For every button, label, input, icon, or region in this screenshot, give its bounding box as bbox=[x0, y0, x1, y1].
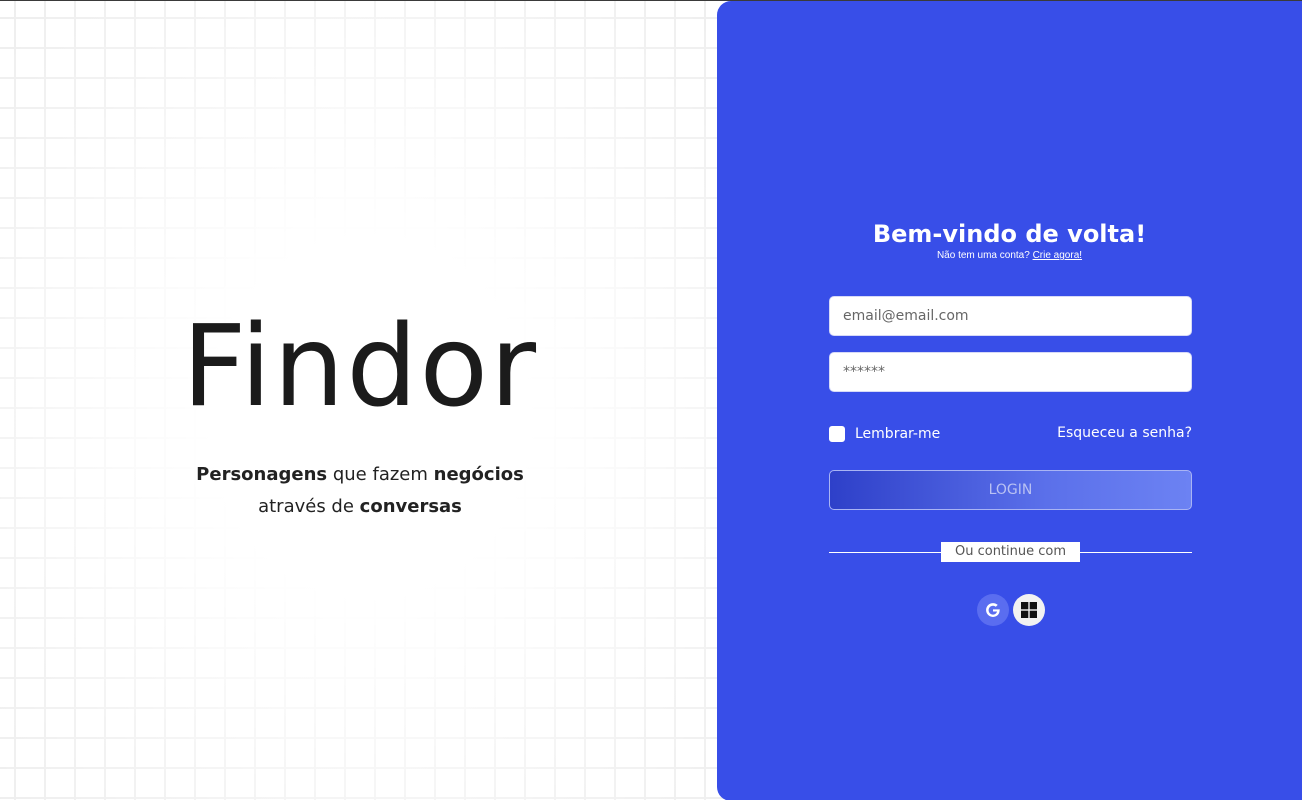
brand-panel: Findor Personagens que fazem negócios at… bbox=[0, 1, 740, 800]
signup-prompt: Não tem uma conta? Crie agora! bbox=[717, 250, 1302, 262]
tagline-atraves-de: através de bbox=[258, 496, 360, 517]
login-panel: Bem-vindo de volta! Não tem uma conta? C… bbox=[717, 1, 1302, 800]
tagline-que-fazem: que fazem bbox=[327, 464, 434, 485]
tagline-negocios: negócios bbox=[433, 464, 524, 485]
social-login bbox=[977, 594, 1045, 626]
login-button[interactable]: LOGIN bbox=[829, 470, 1192, 510]
login-page: Findor Personagens que fazem negócios at… bbox=[0, 0, 1302, 800]
windows-login-button[interactable] bbox=[1013, 594, 1045, 626]
remember-me[interactable]: Lembrar-me bbox=[829, 426, 940, 442]
no-account-text: Não tem uma conta? bbox=[936, 250, 1030, 261]
divider-text: Ou continue com bbox=[941, 542, 1080, 562]
email-input[interactable] bbox=[829, 296, 1192, 336]
password-input[interactable] bbox=[829, 352, 1192, 392]
brand-block: Findor Personagens que fazem negócios at… bbox=[0, 311, 720, 523]
brand-tagline: Personagens que fazem negócios através d… bbox=[0, 459, 720, 523]
tagline-personagens: Personagens bbox=[196, 464, 328, 485]
create-account-link[interactable]: Crie agora! bbox=[1033, 250, 1082, 261]
brand-title: Findor bbox=[181, 302, 539, 432]
forgot-password-link[interactable]: Esqueceu a senha? bbox=[1057, 425, 1192, 441]
google-icon bbox=[986, 603, 1001, 617]
welcome-block: Bem-vindo de volta! Não tem uma conta? C… bbox=[717, 218, 1302, 262]
remember-label: Lembrar-me bbox=[855, 426, 941, 442]
tagline-line-1: Personagens que fazem negócios bbox=[0, 459, 720, 491]
welcome-title: Bem-vindo de volta! bbox=[872, 220, 1147, 248]
divider-left bbox=[829, 552, 941, 553]
divider-right bbox=[1080, 552, 1192, 553]
google-login-button[interactable] bbox=[977, 594, 1009, 626]
remember-checkbox[interactable] bbox=[829, 426, 845, 442]
tagline-conversas: conversas bbox=[359, 496, 462, 517]
tagline-line-2: através de conversas bbox=[0, 491, 720, 523]
windows-icon bbox=[1021, 602, 1037, 618]
